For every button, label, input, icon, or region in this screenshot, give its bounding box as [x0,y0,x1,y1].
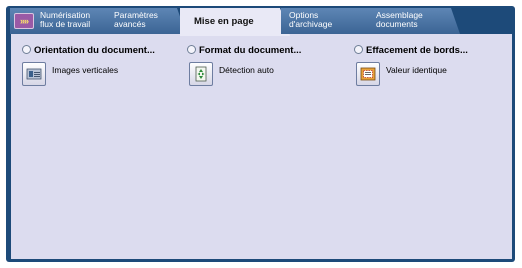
tab-bar: »» Numérisation flux de travail Paramètr… [10,8,512,36]
orientation-value: Images verticales [52,65,119,75]
tab-layout[interactable]: Mise en page [180,8,290,36]
orientation-button[interactable] [22,62,46,86]
orientation-option[interactable]: Orientation du document... [22,45,155,56]
orientation-title: Orientation du document... [34,45,155,56]
tab-advanced-settings[interactable]: Paramètres avancés [106,8,186,34]
tab-workflow-scanning[interactable]: »» Numérisation flux de travail [10,8,116,34]
tab-layout-label: Mise en page [194,16,254,27]
auto-detect-icon [195,66,207,82]
radio-icon [187,45,196,54]
edge-erase-button[interactable] [356,62,380,86]
tab-build-job-line2: documents [376,19,418,29]
document-size-option[interactable]: Format du document... [187,45,301,56]
document-size-button[interactable] [189,62,213,86]
radio-icon [22,45,31,54]
tab-build-job[interactable]: Assemblage documents [368,8,460,34]
workflow-icon: »» [14,13,34,29]
edge-erase-icon [360,67,376,81]
radio-icon [354,45,363,54]
edge-erase-title: Effacement de bords... [366,45,468,56]
document-size-title: Format du document... [199,45,302,56]
document-size-value: Détection auto [219,65,274,75]
edge-erase-value: Valeur identique [386,65,447,75]
tab-filing-options[interactable]: Options d'archivage [281,8,377,34]
tab-advanced-settings-line2: avancés [114,19,146,29]
portrait-document-icon [26,68,42,80]
edge-erase-option[interactable]: Effacement de bords... [354,45,468,56]
tab-filing-options-line2: d'archivage [289,19,333,29]
tab-workflow-scanning-line2: flux de travail [40,19,91,29]
